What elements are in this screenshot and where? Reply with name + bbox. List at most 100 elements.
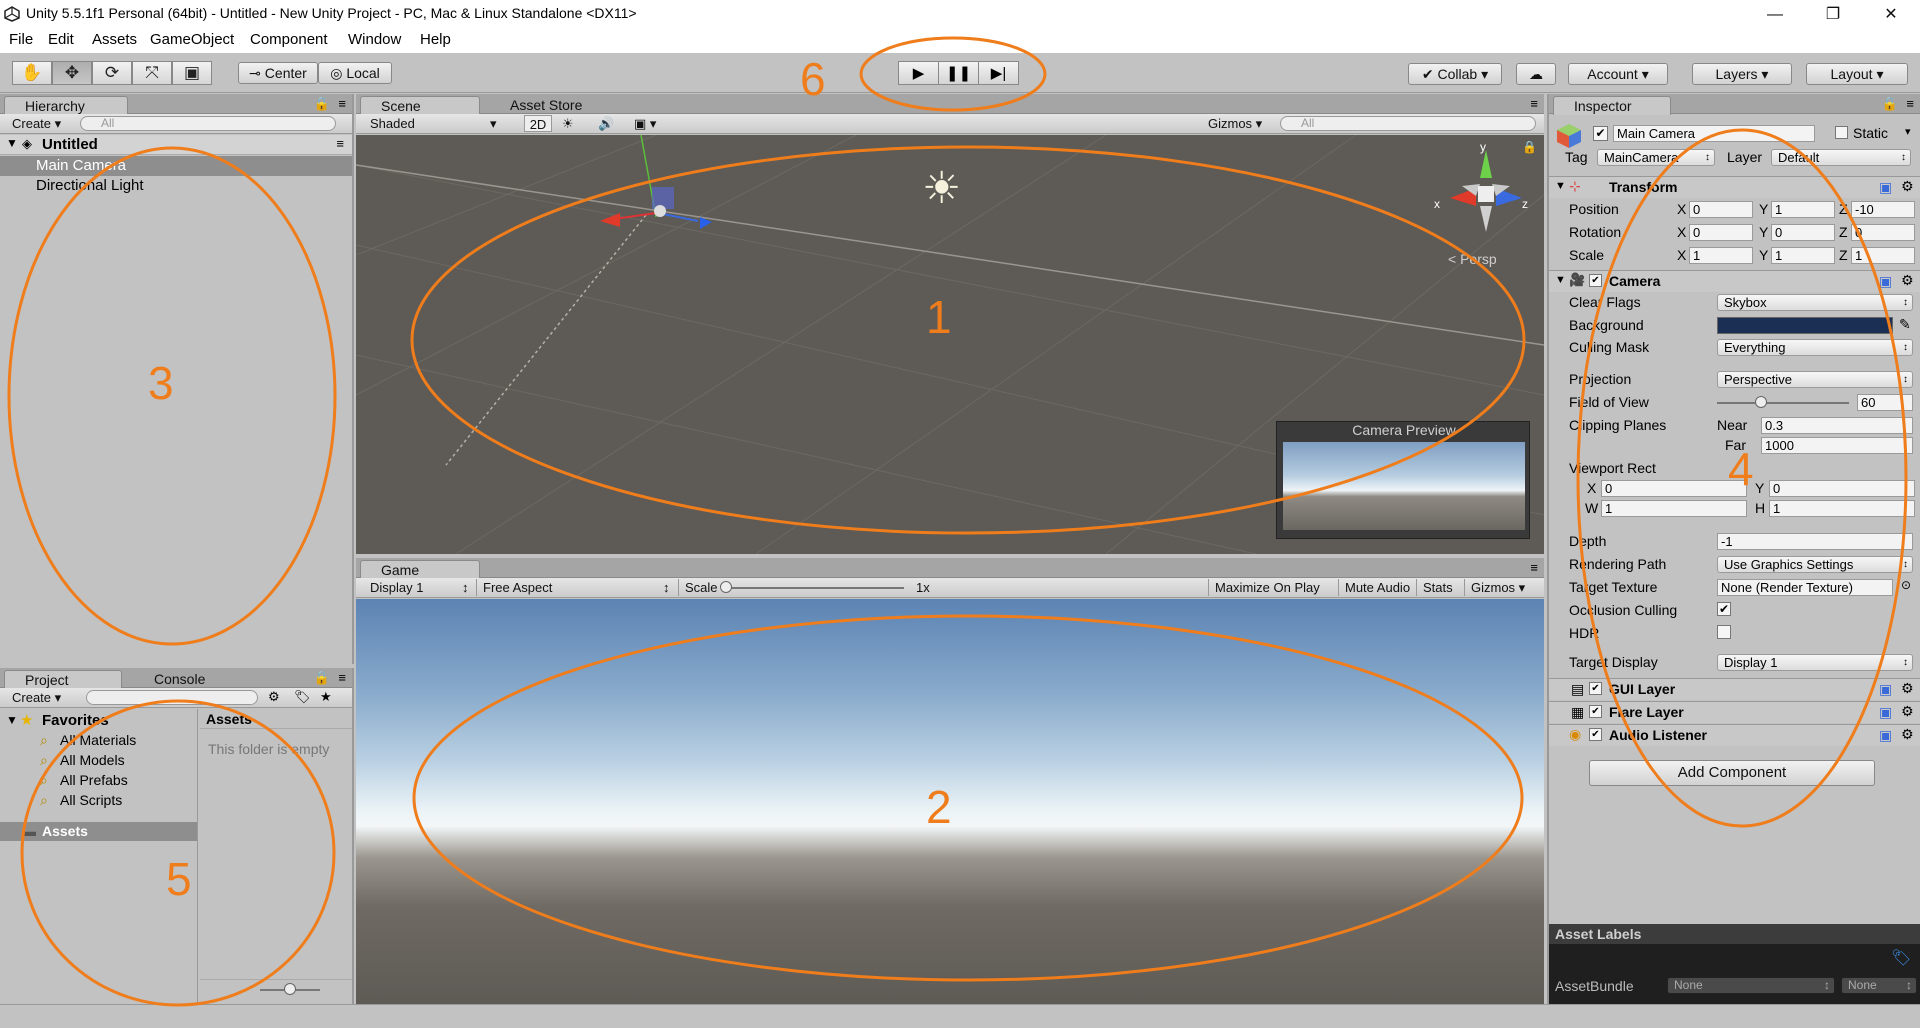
position-y-field[interactable]: 1 (1771, 201, 1835, 218)
scene-viewport[interactable]: ☀ y x z 🔒 < Persp Camera Preview (356, 135, 1544, 554)
menu-window[interactable]: Window (348, 31, 401, 48)
static-dropdown-icon[interactable]: ▾ (1905, 125, 1911, 138)
scale-tool-icon[interactable]: ⤧ (132, 61, 172, 85)
panel-menu-icon[interactable]: ≡ (1906, 96, 1914, 111)
scene-menu-icon[interactable]: ≡ (336, 136, 344, 151)
list-item[interactable]: Directional Light (0, 176, 352, 196)
2d-toggle[interactable]: 2D (524, 115, 552, 132)
rotation-x-field[interactable]: 0 (1689, 224, 1753, 241)
lock-icon[interactable]: 🔒 (1882, 96, 1898, 112)
minimize-button[interactable]: — (1752, 0, 1798, 29)
list-item[interactable]: All Prefabs (60, 772, 128, 788)
space-toggle[interactable]: ◎ Local (318, 62, 392, 84)
effects-toggle-icon[interactable]: ▣ ▾ (634, 115, 656, 132)
help-icon[interactable]: ▣ (1879, 681, 1892, 698)
close-button[interactable]: ✕ (1868, 0, 1914, 29)
help-icon[interactable]: ▣ (1879, 727, 1892, 744)
collab-button[interactable]: ✔ Collab ▾ (1408, 63, 1502, 85)
tab-scene[interactable]: Scene (360, 96, 480, 115)
scale-slider-track[interactable] (724, 587, 904, 589)
create-dropdown[interactable]: Create ▾ (12, 115, 61, 132)
rotation-z-field[interactable]: 0 (1851, 224, 1915, 241)
play-button[interactable]: ▶ (898, 61, 939, 85)
gui-layer-checkbox[interactable]: ✔ (1589, 682, 1602, 695)
zoom-slider-thumb[interactable] (284, 983, 296, 995)
audio-listener-header[interactable]: ◉ ✔ Audio Listener ▣ ⚙ (1549, 724, 1920, 746)
layer-dropdown[interactable]: Default (1771, 149, 1911, 166)
pivot-toggle[interactable]: ⊸ Center (238, 62, 318, 84)
audio-listener-checkbox[interactable]: ✔ (1589, 728, 1602, 741)
asset-label-tag-icon[interactable]: 🏷 (1891, 948, 1911, 968)
lock-icon[interactable]: 🔒 (314, 96, 330, 112)
tag-dropdown[interactable]: MainCamera (1597, 149, 1715, 166)
fov-slider-track[interactable] (1717, 402, 1849, 404)
viewport-w-field[interactable]: 1 (1601, 500, 1747, 517)
lock-icon[interactable]: 🔒 (314, 670, 330, 686)
expand-arrow-icon[interactable]: ▼ (1555, 180, 1566, 192)
help-icon[interactable]: ▣ (1879, 273, 1892, 290)
expand-arrow-icon[interactable]: ▼ (1555, 274, 1566, 286)
assets-folder-row[interactable]: ▬ Assets (0, 822, 197, 841)
gizmos-dropdown[interactable]: Gizmos ▾ (1208, 115, 1262, 132)
scene-search-input[interactable]: All (1280, 116, 1536, 131)
component-gear-icon[interactable]: ⚙ (1901, 178, 1914, 195)
scale-x-field[interactable]: 1 (1689, 247, 1753, 264)
scene-header-row[interactable]: ▼ ◈ Untitled ≡ (0, 135, 352, 155)
menu-gameobject[interactable]: GameObject (150, 31, 234, 48)
scale-y-field[interactable]: 1 (1771, 247, 1835, 264)
help-icon[interactable]: ▣ (1879, 179, 1892, 196)
expand-arrow-icon[interactable]: ▼ (6, 136, 18, 150)
layers-dropdown[interactable]: Layers ▾ (1692, 63, 1792, 85)
account-dropdown[interactable]: Account ▾ (1568, 63, 1668, 85)
viewport-h-field[interactable]: 1 (1769, 500, 1915, 517)
viewport-x-field[interactable]: 0 (1601, 480, 1747, 497)
aspect-dropdown[interactable]: Free Aspect ↕ (476, 579, 674, 596)
orientation-gizmo[interactable] (1436, 140, 1536, 240)
move-tool-icon[interactable]: ✥ (52, 61, 92, 85)
rotate-tool-icon[interactable]: ⟳ (92, 61, 132, 85)
eyedropper-icon[interactable]: ✎ (1899, 316, 1911, 333)
rotation-y-field[interactable]: 0 (1771, 224, 1835, 241)
tab-project[interactable]: Project (4, 670, 122, 689)
near-field[interactable]: 0.3 (1761, 417, 1913, 434)
transform-header[interactable]: ▼ ⊹ Transform ▣ ⚙ (1549, 176, 1920, 198)
cloud-button[interactable]: ☁ (1516, 63, 1556, 85)
hdr-checkbox[interactable] (1717, 625, 1731, 639)
rect-tool-icon[interactable]: ▣ (172, 61, 212, 85)
add-component-button[interactable]: Add Component (1589, 760, 1875, 786)
mute-audio-toggle[interactable]: Mute Audio (1338, 579, 1410, 596)
lighting-toggle-icon[interactable]: ☀ (562, 115, 574, 132)
tab-hierarchy[interactable]: Hierarchy (4, 96, 128, 115)
persp-label[interactable]: < Persp (1448, 251, 1497, 267)
stats-toggle[interactable]: Stats (1416, 579, 1453, 596)
maximize-on-play-toggle[interactable]: Maximize On Play (1208, 579, 1320, 596)
depth-field[interactable]: -1 (1717, 533, 1913, 550)
create-dropdown[interactable]: Create ▾ (12, 689, 61, 706)
help-icon[interactable]: ▣ (1879, 704, 1892, 721)
position-z-field[interactable]: -10 (1851, 201, 1915, 218)
favorite-star-icon[interactable]: ★ (320, 689, 332, 705)
scale-slider-thumb[interactable] (720, 581, 732, 593)
tab-console[interactable]: Console (134, 670, 244, 689)
camera-enabled-checkbox[interactable]: ✔ (1589, 274, 1602, 287)
menu-help[interactable]: Help (420, 31, 451, 48)
menu-file[interactable]: File (9, 31, 33, 48)
tab-game[interactable]: Game (360, 560, 480, 579)
flare-layer-checkbox[interactable]: ✔ (1589, 705, 1602, 718)
panel-menu-icon[interactable]: ≡ (1530, 96, 1538, 111)
gui-layer-header[interactable]: ▤ ✔ GUI Layer ▣ ⚙ (1549, 678, 1920, 700)
target-texture-field[interactable]: None (Render Texture) (1717, 579, 1893, 596)
shading-dropdown[interactable]: Shaded ▾ (370, 115, 500, 132)
background-color-swatch[interactable] (1717, 317, 1893, 334)
camera-header[interactable]: ▼ 🎥 ✔ Camera ▣ ⚙ (1549, 270, 1920, 292)
favorites-label[interactable]: Favorites (42, 712, 109, 729)
gizmos-dropdown[interactable]: Gizmos ▾ (1464, 579, 1525, 596)
gizmo-lock-icon[interactable]: 🔒 (1522, 140, 1537, 154)
asset-labels-header[interactable]: Asset Labels (1549, 924, 1920, 944)
list-item[interactable]: All Scripts (60, 792, 122, 808)
menu-edit[interactable]: Edit (48, 31, 74, 48)
assetbundle-dropdown[interactable]: None ↕ (1667, 977, 1835, 994)
component-gear-icon[interactable]: ⚙ (1901, 272, 1914, 289)
menu-component[interactable]: Component (250, 31, 328, 48)
tab-asset-store[interactable]: Asset Store (490, 96, 610, 115)
